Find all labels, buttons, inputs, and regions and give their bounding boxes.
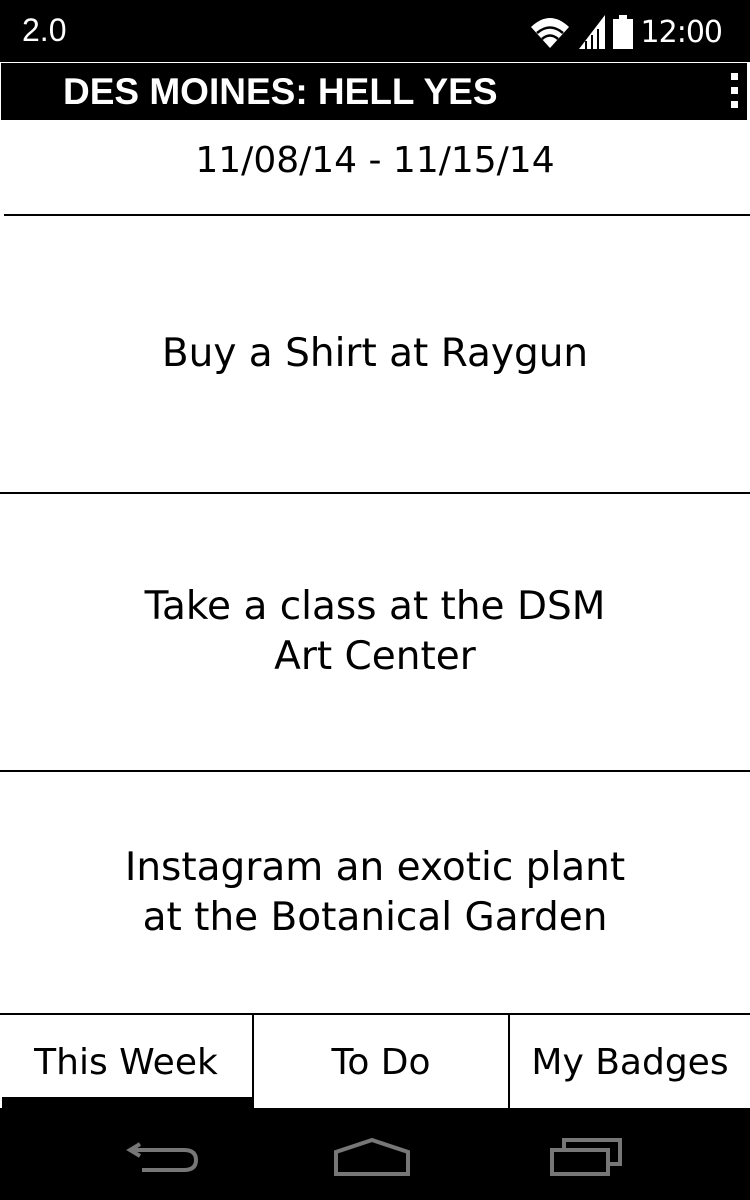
- clock: 12:00: [640, 14, 723, 50]
- wifi-icon: [530, 18, 569, 48]
- overflow-menu-icon[interactable]: [727, 73, 741, 113]
- home-icon[interactable]: [332, 1136, 412, 1176]
- app-bar: DES MOINES: HELL YES: [0, 62, 748, 120]
- list-item-label: Instagram an exotic plant at the Botanic…: [124, 844, 626, 940]
- tab-my-badges[interactable]: My Badges: [508, 1015, 750, 1109]
- list-item-label: Take a class at the DSM Art Center: [144, 584, 606, 679]
- list-item-label: Buy a Shirt at Raygun: [161, 331, 589, 376]
- tab-this-week[interactable]: This Week: [0, 1015, 252, 1109]
- navigation-bar: [0, 1108, 750, 1200]
- app-title: DES MOINES: HELL YES: [63, 71, 498, 112]
- tab-label: To Do: [331, 1041, 431, 1083]
- tab-to-do[interactable]: To Do: [252, 1015, 508, 1109]
- tab-label: This Week: [34, 1041, 218, 1083]
- status-bar: 2.0 12:00: [0, 0, 750, 62]
- signal-icon: [578, 15, 605, 49]
- status-icons: 12:00: [529, 10, 723, 54]
- back-icon[interactable]: [126, 1136, 200, 1176]
- list-item[interactable]: Instagram an exotic plant at the Botanic…: [0, 772, 750, 1013]
- tab-label: My Badges: [531, 1041, 729, 1083]
- list-item[interactable]: Buy a Shirt at Raygun: [0, 216, 750, 492]
- list-item[interactable]: Take a class at the DSM Art Center: [0, 494, 750, 770]
- tab-bar: This Week To Do My Badges: [0, 1013, 750, 1109]
- recents-icon[interactable]: [548, 1136, 624, 1176]
- date-range: 11/08/14 - 11/15/14: [195, 140, 555, 181]
- version-label: 2.0: [22, 12, 67, 48]
- battery-icon: [612, 15, 633, 49]
